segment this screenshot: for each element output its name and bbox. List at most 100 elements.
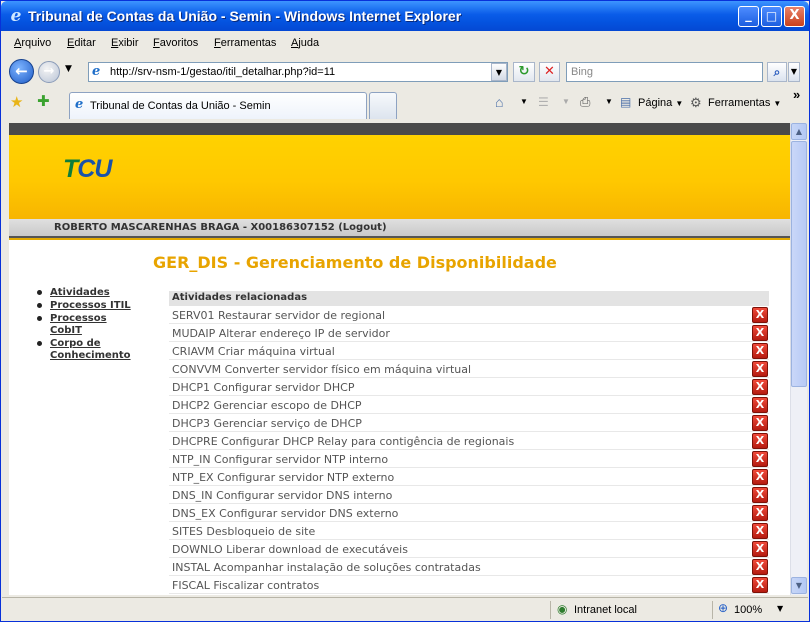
ie-logo-icon: e — [10, 6, 22, 26]
user-info[interactable]: ROBERTO MASCARENHAS BRAGA - X00186307152… — [54, 222, 387, 233]
print-icon[interactable]: ⎙ — [580, 94, 590, 110]
nav-link-processos-itil[interactable]: Processos ITIL — [35, 300, 135, 312]
delete-icon[interactable]: X — [752, 361, 768, 377]
activity-label[interactable]: NTP_EX Configurar servidor NTP externo — [172, 471, 394, 484]
page-menu[interactable]: Página ▼ — [638, 97, 683, 109]
activity-label[interactable]: DNS_IN Configurar servidor DNS interno — [172, 489, 392, 502]
tab-page-icon: e — [75, 97, 84, 112]
user-bar: ROBERTO MASCARENHAS BRAGA - X00186307152… — [9, 219, 790, 237]
menu-editar[interactable]: Editar — [67, 37, 96, 49]
home-dropdown-icon[interactable]: ▼ — [520, 97, 528, 106]
nav-link-processos-cobit[interactable]: Processos CobIT — [35, 313, 110, 337]
activity-row: INSTAL Acompanhar instalação de soluções… — [169, 558, 769, 576]
title-bar[interactable]: e Tribunal de Contas da União - Semin - … — [1, 1, 809, 31]
feeds-dropdown-icon[interactable]: ▼ — [562, 97, 570, 106]
delete-icon[interactable]: X — [752, 307, 768, 323]
zoom-level[interactable]: 100% — [734, 604, 762, 616]
activity-label[interactable]: DHCPRE Configurar DHCP Relay para contig… — [172, 435, 514, 448]
new-tab-button[interactable] — [369, 92, 397, 119]
delete-icon[interactable]: X — [752, 433, 768, 449]
refresh-icon[interactable]: ↻ — [513, 62, 535, 82]
close-button[interactable]: X — [784, 6, 805, 27]
activity-label[interactable]: NTP_IN Configurar servidor NTP interno — [172, 453, 388, 466]
menu-bar: Arquivo Editar Exibir Favoritos Ferramen… — [2, 32, 808, 54]
zoom-dropdown-icon[interactable]: ▼ — [777, 604, 783, 613]
activity-row: DOWNLO Liberar download de executáveis X — [169, 540, 769, 558]
print-dropdown-icon[interactable]: ▼ — [605, 97, 613, 106]
stop-icon[interactable]: ✕ — [539, 62, 560, 82]
delete-icon[interactable]: X — [752, 343, 768, 359]
tools-menu-dropdown-icon: ▼ — [773, 99, 782, 108]
delete-icon[interactable]: X — [752, 523, 768, 539]
home-icon[interactable]: ⌂ — [495, 94, 503, 110]
search-icon[interactable]: ⌕ — [767, 62, 787, 82]
delete-icon[interactable]: X — [752, 379, 768, 395]
feeds-icon[interactable]: ☰ — [538, 95, 549, 109]
delete-icon[interactable]: X — [752, 487, 768, 503]
menu-ferramentas[interactable]: Ferramentas — [214, 37, 276, 49]
back-arrow-icon[interactable]: ← — [9, 59, 34, 84]
page-icon: e — [92, 64, 101, 79]
browser-window: e Tribunal de Contas da União - Semin - … — [0, 0, 810, 622]
delete-icon[interactable]: X — [752, 541, 768, 557]
nav-link-atividades[interactable]: Atividades — [35, 287, 135, 299]
activity-label[interactable]: MUDAIP Alterar endereço IP de servidor — [172, 327, 390, 340]
activity-label[interactable]: DNS_EX Configurar servidor DNS externo — [172, 507, 398, 520]
activity-label[interactable]: DHCP2 Gerenciar escopo de DHCP — [172, 399, 362, 412]
activity-label[interactable]: CRIAVM Criar máquina virtual — [172, 345, 335, 358]
intranet-zone-icon: ◉ — [557, 602, 568, 616]
activity-label[interactable]: SERV01 Restaurar servidor de regional — [172, 309, 385, 322]
activity-label[interactable]: CONVVM Converter servidor físico em máqu… — [172, 363, 471, 376]
delete-icon[interactable]: X — [752, 397, 768, 413]
activity-label[interactable]: INSTAL Acompanhar instalação de soluções… — [172, 561, 481, 574]
address-input[interactable]: http://srv-nsm-1/gestao/itil_detalhar.ph… — [110, 66, 335, 78]
search-options-dropdown-icon[interactable]: ▼ — [788, 62, 800, 82]
scroll-up-arrow-icon[interactable]: ▲ — [791, 123, 807, 140]
delete-icon[interactable]: X — [752, 559, 768, 575]
tcu-logo: TCU — [63, 155, 112, 183]
activity-row: SITES Desbloqueio de site X — [169, 522, 769, 540]
menu-favoritos[interactable]: Favoritos — [153, 37, 198, 49]
tab-current[interactable]: e Tribunal de Contas da União - Semin — [69, 92, 367, 119]
address-dropdown-icon[interactable]: ▼ — [491, 63, 507, 81]
tools-gear-icon: ⚙ — [690, 95, 702, 110]
security-zone[interactable]: Intranet local — [574, 604, 637, 616]
activity-row: SERV01 Restaurar servidor de regional X — [169, 306, 769, 324]
more-tools-chevron-icon[interactable]: » — [793, 87, 800, 102]
delete-icon[interactable]: X — [752, 469, 768, 485]
address-bar[interactable]: e http://srv-nsm-1/gestao/itil_detalhar.… — [88, 62, 508, 82]
forward-arrow-icon[interactable]: → — [38, 61, 60, 83]
delete-icon[interactable]: X — [752, 325, 768, 341]
activity-label[interactable]: DHCP1 Configurar servidor DHCP — [172, 381, 354, 394]
menu-arquivo[interactable]: Arquivo — [14, 37, 51, 49]
delete-icon[interactable]: X — [752, 577, 768, 593]
page-top-strip — [9, 123, 790, 135]
delete-icon[interactable]: X — [752, 505, 768, 521]
recent-pages-dropdown-icon[interactable]: ▼ — [65, 64, 72, 74]
activity-label[interactable]: FISCAL Fiscalizar contratos — [172, 579, 319, 592]
scroll-down-arrow-icon[interactable]: ▼ — [791, 577, 807, 594]
side-navigation: Atividades Processos ITIL Processos CobI… — [35, 287, 135, 363]
search-input[interactable]: Bing — [571, 66, 593, 78]
status-divider — [550, 601, 551, 619]
tools-menu-label: Ferramentas — [708, 97, 771, 109]
menu-ajuda[interactable]: Ajuda — [291, 37, 319, 49]
vertical-scrollbar[interactable]: ▲ ▼ — [790, 123, 807, 595]
delete-icon[interactable]: X — [752, 415, 768, 431]
maximize-button[interactable]: □ — [761, 6, 782, 27]
add-favorite-icon[interactable]: ✚ — [37, 92, 50, 110]
favorites-star-icon[interactable]: ★ — [10, 93, 23, 111]
activity-label[interactable]: DHCP3 Gerenciar serviço de DHCP — [172, 417, 362, 430]
activity-row: NTP_IN Configurar servidor NTP interno X — [169, 450, 769, 468]
tools-menu[interactable]: Ferramentas ▼ — [708, 97, 781, 109]
scroll-thumb[interactable] — [791, 141, 807, 387]
site-banner: TCU — [9, 135, 790, 219]
nav-link-corpo-de-conhecimento[interactable]: Corpo de Conhecimento — [35, 338, 131, 362]
search-box[interactable]: Bing — [566, 62, 763, 82]
activity-row: DNS_EX Configurar servidor DNS externo X — [169, 504, 769, 522]
minimize-button[interactable]: _ — [738, 6, 759, 27]
delete-icon[interactable]: X — [752, 451, 768, 467]
activity-label[interactable]: SITES Desbloqueio de site — [172, 525, 315, 538]
activity-label[interactable]: DOWNLO Liberar download de executáveis — [172, 543, 408, 556]
menu-exibir[interactable]: Exibir — [111, 37, 139, 49]
